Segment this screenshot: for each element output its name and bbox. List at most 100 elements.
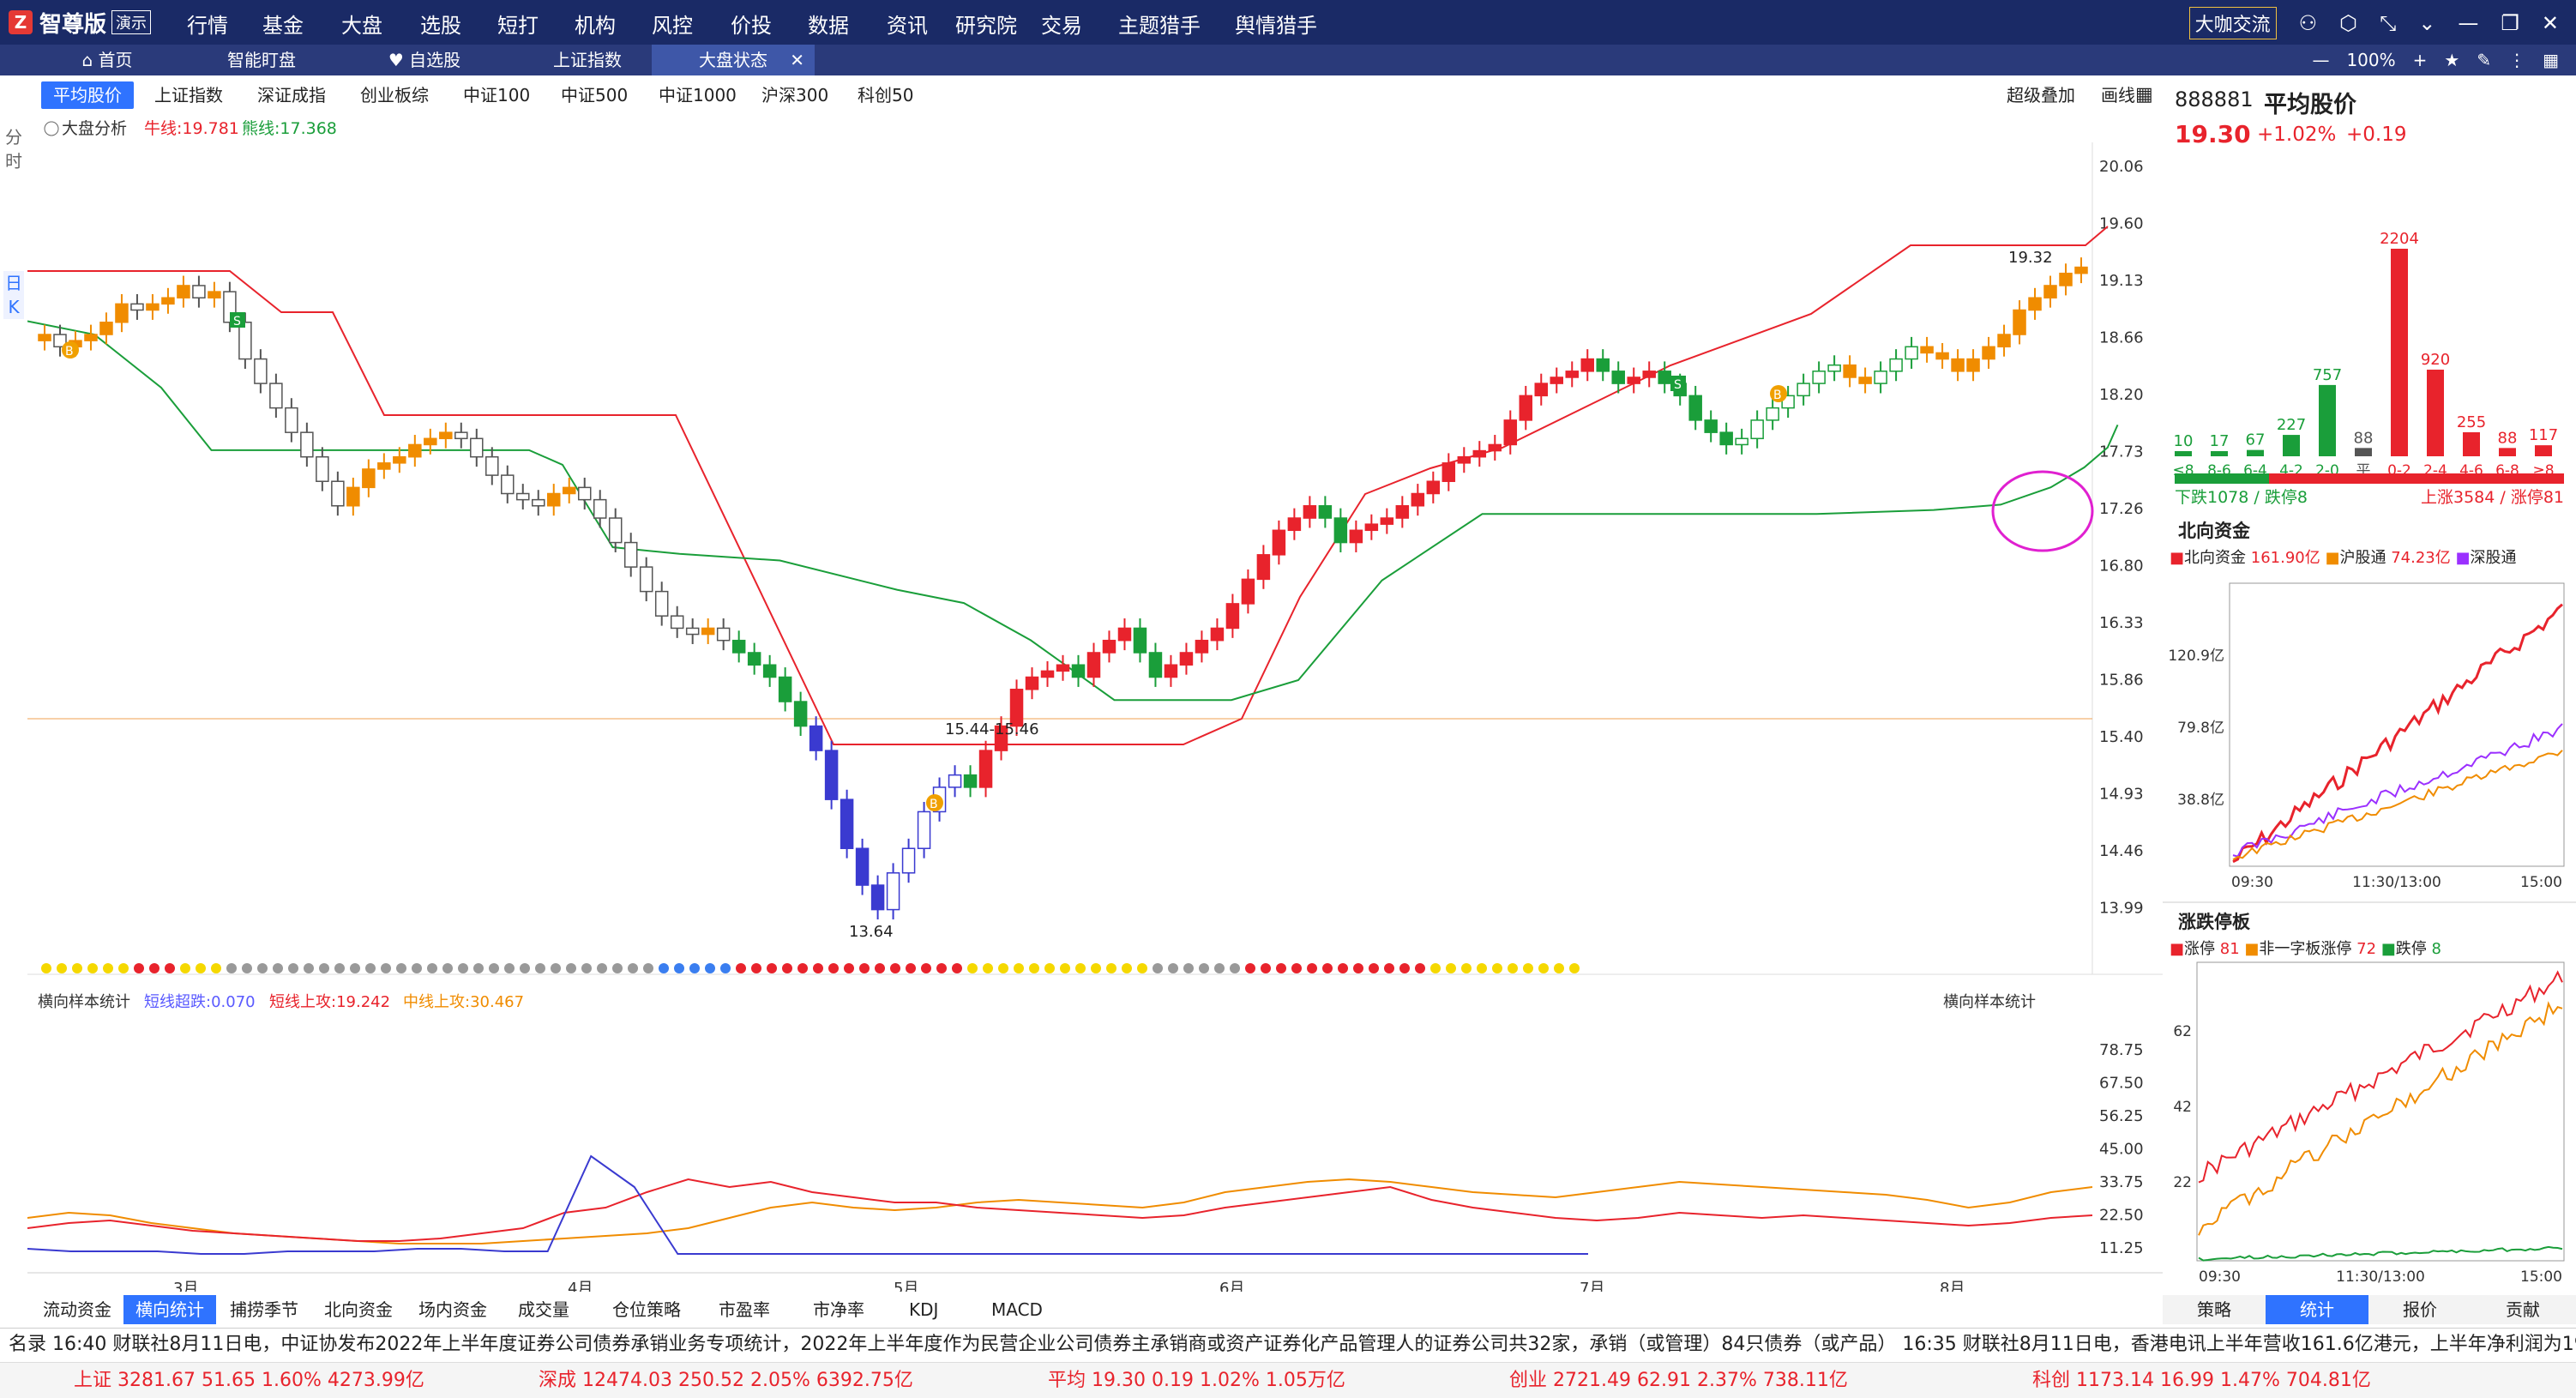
index-tab-avg-price[interactable]: 平均股价 <box>41 81 134 109</box>
tab-home[interactable]: ⌂ 首页 <box>34 45 180 75</box>
shrink-icon[interactable]: ⤡ <box>2380 11 2396 35</box>
rtab-contribution[interactable]: 贡献 <box>2471 1295 2574 1324</box>
index-tab-shenzhen[interactable]: 深证成指 <box>245 81 338 109</box>
ticker-star[interactable]: 科创 1173.14 16.99 1.47% 704.81亿 <box>2032 1363 2371 1398</box>
candle-body <box>470 437 484 458</box>
zoom-out-icon[interactable]: — <box>2312 45 2329 75</box>
btab-onfloor-capital[interactable]: 场内资金 <box>406 1295 499 1324</box>
more-icon[interactable]: ⋮ <box>2508 45 2525 75</box>
nav-fengkong[interactable]: 风控 <box>652 9 693 39</box>
btab-macd[interactable]: MACD <box>979 1295 1055 1324</box>
vtab-fenshi[interactable]: 分时 <box>3 125 24 173</box>
settings-icon[interactable]: ⬡ <box>2339 11 2357 35</box>
candle-body <box>639 566 653 593</box>
buy-signal-3[interactable]: B <box>1770 385 1787 402</box>
ticker-shanghai[interactable]: 上证 3281.67 51.65 1.60% 4273.99亿 <box>74 1363 424 1398</box>
pen-icon[interactable]: ✎ <box>2477 45 2491 75</box>
tab-watchlist-label: 自选股 <box>409 50 461 70</box>
candle-body <box>978 750 993 788</box>
nav-jigou[interactable]: 机构 <box>575 9 616 39</box>
candle-body <box>1704 419 1718 433</box>
btab-liquidity[interactable]: 流动资金 <box>31 1295 123 1324</box>
index-tab-chinext[interactable]: 创业板综 <box>348 81 441 109</box>
minimize-icon[interactable]: — <box>2458 11 2478 35</box>
community-button[interactable]: 大咖交流 <box>2188 7 2277 39</box>
rtab-quote[interactable]: 报价 <box>2368 1295 2471 1324</box>
ticker-pct: 1.47% <box>2219 1370 2280 1391</box>
star-icon[interactable]: ★ <box>2444 45 2459 75</box>
zoom-in-icon[interactable]: + <box>2413 45 2428 75</box>
restore-icon[interactable]: ❐ <box>2501 11 2519 35</box>
nav-shuju[interactable]: 数据 <box>808 9 849 39</box>
dist-bar <box>2355 448 2372 456</box>
candle-body <box>1534 383 1549 397</box>
nav-dapan[interactable]: 大盘 <box>341 9 382 39</box>
layout-icon[interactable]: ▦ <box>2123 81 2165 109</box>
chevron-down-icon[interactable]: ⌄ <box>2418 11 2435 35</box>
btab-horizontal-stats[interactable]: 横向统计 <box>123 1295 216 1324</box>
legend-mid-attack: 中线上攻:30.467 <box>403 993 524 1011</box>
nav-yanjiuyuan[interactable]: 研究院 <box>955 9 1017 39</box>
tab-watchlist[interactable]: ♥ 自选股 <box>343 45 506 75</box>
tab-close-icon[interactable]: ✕ <box>790 45 804 75</box>
north-x-tick: 15:00 <box>2520 874 2562 891</box>
btab-fishing-season[interactable]: 捕捞季节 <box>218 1295 310 1324</box>
rtab-stats[interactable]: 统计 <box>2266 1295 2368 1324</box>
app-logo[interactable]: Z 智尊版 演示 <box>9 5 152 39</box>
nav-theme-hunter[interactable]: 主题猎手 <box>1118 9 1201 39</box>
tab-shanghai-index[interactable]: 上证指数 <box>506 45 669 75</box>
bear-line-label: 熊线:17.368 <box>242 119 337 138</box>
candle-body <box>1148 652 1163 678</box>
dist-bar <box>2283 435 2300 456</box>
top-navbar: Z 智尊版 演示 行情 基金 大盘 选股 短打 机构 风控 价投 数据 资讯 研… <box>0 0 2576 45</box>
ticker-average[interactable]: 平均 19.30 0.19 1.02% 1.05万亿 <box>1048 1363 1345 1398</box>
super-overlay-button[interactable]: 超级叠加 <box>1995 81 2087 109</box>
index-tab-csi100[interactable]: 中证100 <box>451 81 542 109</box>
collapse-icon[interactable] <box>44 121 59 136</box>
ticker-pct: 2.37% <box>1696 1370 1757 1391</box>
nav-jiatou[interactable]: 价投 <box>731 9 772 39</box>
btab-north-capital[interactable]: 北向资金 <box>312 1295 405 1324</box>
nav-duanda[interactable]: 短打 <box>497 9 539 39</box>
nav-zixun[interactable]: 资讯 <box>887 9 928 39</box>
rtab-strategy[interactable]: 策略 <box>2163 1295 2266 1324</box>
state-dot <box>535 963 545 973</box>
ticker-shenzhen[interactable]: 深成 12474.03 250.52 2.05% 6392.75亿 <box>539 1363 913 1398</box>
btab-pb[interactable]: 市净率 <box>801 1295 876 1324</box>
vtab-daily-k[interactable]: 日K <box>3 271 24 319</box>
nav-xuangu[interactable]: 选股 <box>420 9 461 39</box>
ticker-chinext[interactable]: 创业 2721.49 62.91 2.37% 738.11亿 <box>1509 1363 1848 1398</box>
nav-jiaoyi[interactable]: 交易 <box>1041 9 1082 39</box>
tab-smart-watch[interactable]: 智能盯盘 <box>180 45 343 75</box>
nav-jijin[interactable]: 基金 <box>262 9 304 39</box>
candle-body <box>316 455 329 482</box>
btab-kdj[interactable]: KDJ <box>897 1295 950 1324</box>
state-dot <box>1430 963 1441 973</box>
user-icon[interactable]: ⚇ <box>2299 11 2318 35</box>
nav-sentiment-hunter[interactable]: 舆情猎手 <box>1235 9 1317 39</box>
index-tab-csi500[interactable]: 中证500 <box>549 81 640 109</box>
candle-body <box>1380 517 1394 525</box>
index-tab-csi1000[interactable]: 中证1000 <box>647 81 749 109</box>
btab-volume[interactable]: 成交量 <box>506 1295 581 1324</box>
buy-signal-2[interactable]: B <box>926 794 943 811</box>
nav-hangqing[interactable]: 行情 <box>187 9 228 39</box>
candle-body <box>593 498 607 519</box>
sell-signal-2[interactable]: S <box>1670 376 1686 392</box>
tab-market-state[interactable]: 大盘状态 ✕ <box>652 45 815 75</box>
dist-value: 757 <box>2313 366 2342 384</box>
grid-icon[interactable]: ▦ <box>2543 45 2559 75</box>
index-tab-star50[interactable]: 科创50 <box>846 81 925 109</box>
close-icon[interactable]: ✕ <box>2542 11 2559 35</box>
news-ticker[interactable]: 名录 16:40 财联社8月11日电，中证协发布2022年上半年度证券公司债券承… <box>0 1328 2576 1361</box>
kline-chart[interactable]: 大盘分析 牛线:19.781 熊线:17.368 20.06 19.60 19.13… <box>27 117 2163 1292</box>
index-tab-hs300[interactable]: 沪深300 <box>749 81 840 109</box>
buy-signal-1[interactable]: B <box>62 341 79 359</box>
ticker-price: 3281.67 <box>117 1370 196 1391</box>
index-tab-shanghai[interactable]: 上证指数 <box>142 81 235 109</box>
dist-bar <box>2391 249 2408 456</box>
btab-pe[interactable]: 市盈率 <box>707 1295 782 1324</box>
candle-body <box>886 872 900 911</box>
btab-position[interactable]: 仓位策略 <box>600 1295 693 1324</box>
sell-signal-1[interactable]: S <box>230 312 245 328</box>
